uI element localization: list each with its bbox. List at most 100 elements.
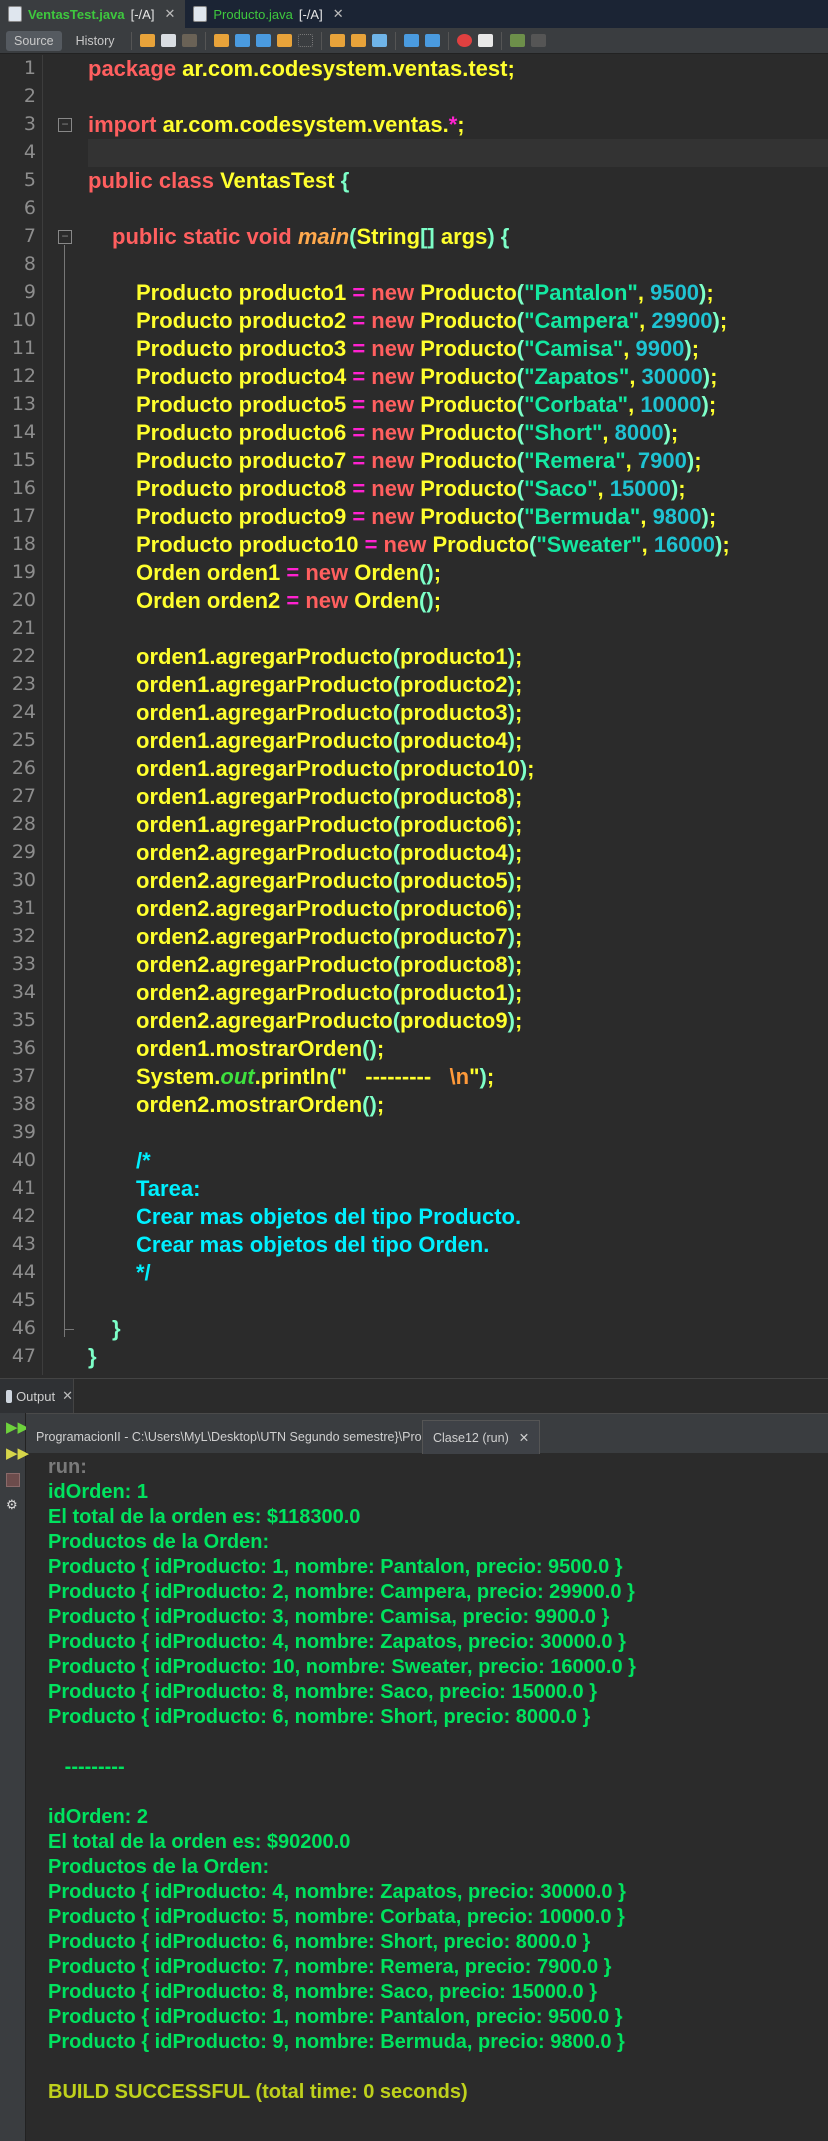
code-token: new: [371, 336, 421, 361]
code-token: ;: [719, 308, 728, 333]
code-token: .println: [254, 1064, 330, 1089]
close-icon[interactable]: ✕: [164, 6, 175, 22]
code-token: =: [286, 560, 306, 585]
code-token: ): [684, 336, 692, 361]
code-line: orden2.agregarProducto(producto9);: [136, 1007, 522, 1035]
find-icon[interactable]: [213, 34, 229, 47]
code-token: (: [392, 672, 401, 697]
code-token: =: [352, 308, 372, 333]
history-button[interactable]: History: [68, 31, 123, 51]
selection-icon[interactable]: [297, 34, 313, 47]
code-token: new: [371, 448, 421, 473]
tab-ventastest[interactable]: VentasTest.java [-/A] ✕: [0, 0, 186, 28]
output-console[interactable]: run: idOrden: 1 El total de la orden es: $…: [48, 1455, 636, 2105]
line-number: 12: [11, 365, 36, 387]
code-token: ,: [597, 476, 610, 501]
code-token: producto10: [400, 756, 520, 781]
previous-bookmark-icon[interactable]: [329, 34, 345, 47]
stop-icon[interactable]: [6, 1473, 20, 1487]
divider: [130, 31, 132, 50]
find-next-icon[interactable]: [255, 34, 271, 47]
close-icon[interactable]: ✕: [519, 1430, 529, 1445]
code-token: Producto: [420, 420, 517, 445]
fold-toggle-icon[interactable]: −: [58, 230, 72, 244]
code-token: ;: [706, 280, 714, 305]
code-token: Tarea:: [136, 1176, 201, 1201]
code-token: ;: [514, 812, 523, 837]
tab-name: Producto.java: [213, 6, 293, 22]
line-number: 20: [11, 589, 36, 611]
code-token: ;: [527, 756, 535, 781]
stop-macro-icon[interactable]: [477, 34, 493, 47]
code-token: (: [392, 644, 401, 669]
rerun-with-params-icon[interactable]: ▶▶: [6, 1446, 29, 1461]
tab-producto[interactable]: Producto.java [-/A] ✕: [185, 0, 353, 28]
line-number: 18: [11, 533, 36, 555]
code-token: 9800: [652, 504, 702, 529]
code-token: " ---------: [336, 1064, 450, 1089]
code-token: ): [507, 644, 515, 669]
java-file-icon: [193, 6, 208, 22]
code-token: 8000: [614, 420, 664, 445]
code-token: ): [702, 364, 711, 389]
code-line: package ar.com.codesystem.ventas.test;: [88, 55, 515, 83]
uncomment-icon[interactable]: [530, 34, 546, 47]
code-token: Producto producto1: [136, 280, 353, 305]
code-token: Producto: [420, 336, 517, 361]
code-token: ,: [639, 308, 652, 333]
code-line: orden2.agregarProducto(producto7);: [136, 923, 522, 951]
code-token: Producto: [420, 280, 517, 305]
java-file-icon: [8, 6, 22, 22]
code-token: (: [392, 924, 401, 949]
code-line: */: [136, 1259, 151, 1287]
line-number: 14: [11, 421, 36, 443]
code-token: =: [286, 588, 306, 613]
toggle-highlight-icon[interactable]: [276, 34, 292, 47]
toggle-bookmark-icon[interactable]: [371, 34, 387, 47]
line-number: 41: [11, 1177, 36, 1199]
forward-icon[interactable]: [181, 34, 197, 47]
code-token: producto9: [400, 1008, 508, 1033]
code-token: ): [507, 924, 515, 949]
start-macro-icon[interactable]: [456, 34, 472, 47]
code-token: orden1.agregarProducto: [136, 700, 393, 725]
code-token: ;: [514, 672, 523, 697]
code-token: new: [371, 420, 421, 445]
code-token: ,: [637, 280, 651, 305]
code-token: */: [136, 1260, 151, 1285]
code-line: orden1.agregarProducto(producto2);: [136, 671, 522, 699]
code-token: Orden: [354, 588, 420, 613]
code-token: =: [352, 476, 372, 501]
code-token: 10000: [640, 392, 702, 417]
subtab-clase12-run[interactable]: Clase12 (run) ✕: [422, 1420, 541, 1454]
close-icon[interactable]: ✕: [62, 1388, 73, 1404]
code-token: producto6: [400, 812, 508, 837]
code-line: orden1.agregarProducto(producto6);: [136, 811, 522, 839]
comment-icon[interactable]: [509, 34, 525, 47]
last-edit-icon[interactable]: [139, 34, 155, 47]
shift-left-icon[interactable]: [403, 34, 419, 47]
source-button[interactable]: Source: [6, 30, 62, 51]
close-icon[interactable]: ✕: [333, 6, 344, 22]
line-number: 47: [11, 1345, 36, 1367]
code-token: package: [88, 56, 183, 81]
code-token: Producto producto9: [136, 504, 353, 529]
line-number: 32: [11, 925, 36, 947]
output-tab[interactable]: Output ✕: [0, 1379, 74, 1413]
code-token: orden1.agregarProducto: [136, 728, 393, 753]
find-previous-icon[interactable]: [234, 34, 250, 47]
code-editor[interactable]: 1 2 3 4 5 6 7 8 9 10 11 12 13 14 15 16 17 18 19 20 21 22 23 24 2…: [0, 55, 828, 1375]
current-line-highlight: [88, 139, 828, 167]
code-token: public static void: [112, 224, 298, 249]
next-bookmark-icon[interactable]: [350, 34, 366, 47]
shift-right-icon[interactable]: [424, 34, 440, 47]
output-line: Producto { idProducto: 6, nombre: Short,…: [48, 1931, 591, 1953]
settings-icon[interactable]: ⚙: [6, 1497, 20, 1512]
fold-toggle-icon[interactable]: −: [58, 118, 72, 132]
rerun-icon[interactable]: ▶▶: [6, 1420, 29, 1435]
output-panel: Output ✕ ▶▶ ▶▶ ⚙ ProgramacionII - C:\Use…: [0, 1378, 828, 2141]
code-token: ;: [457, 112, 465, 137]
back-icon[interactable]: [160, 34, 176, 47]
code-token: orden1.agregarProducto: [136, 784, 393, 809]
